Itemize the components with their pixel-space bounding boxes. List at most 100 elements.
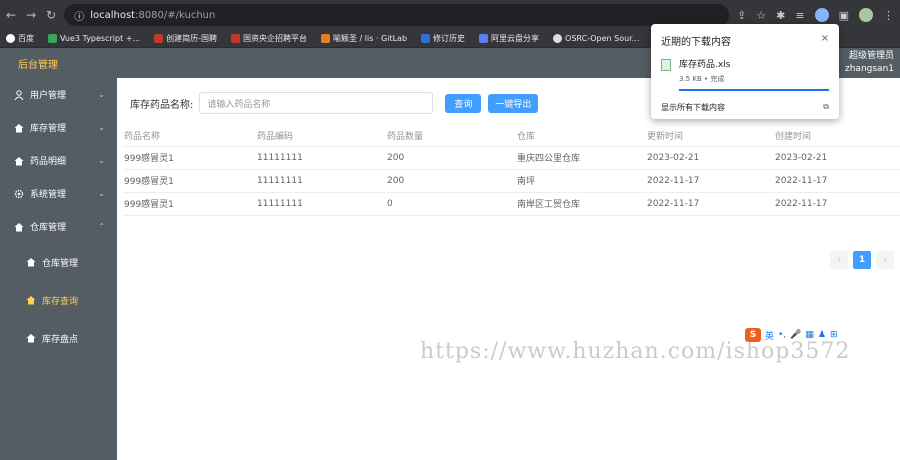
- chevron-down-icon: ⌄: [98, 90, 105, 99]
- download-popup-title: 近期的下载内容: [661, 37, 731, 48]
- download-progress-bar: [679, 89, 829, 91]
- share-icon[interactable]: ⇪: [737, 9, 746, 22]
- user-role: 超级管理员: [848, 51, 894, 61]
- cell-drug-name: 999感冒灵1: [123, 146, 256, 170]
- cell-warehouse: 南坪: [516, 169, 646, 193]
- download-item[interactable]: 库存药品.xls 3.5 KB • 完成: [661, 57, 829, 91]
- sidebar-item-label: 库存管理: [30, 124, 67, 134]
- chevron-up-icon: ⌃: [98, 222, 105, 231]
- cell-created: 2022-11-17: [774, 169, 900, 193]
- sidebar-subitem-inventory-count[interactable]: 库存盘点: [0, 319, 117, 357]
- next-page-button[interactable]: ›: [876, 251, 894, 269]
- bookmark-icon: [6, 34, 15, 43]
- bookmark-star-icon[interactable]: ☆: [756, 9, 766, 22]
- reload-icon[interactable]: ↻: [46, 8, 56, 22]
- table-row[interactable]: 999感冒灵1 11111111 200 重庆四公里仓库 2023-02-21 …: [123, 146, 900, 170]
- table-header-row: 药品名称 药品编码 药品数量 仓库 更新时间 创建时间: [123, 126, 900, 147]
- user-icon: [14, 89, 24, 100]
- cell-warehouse: 重庆四公里仓库: [516, 146, 646, 170]
- profile-avatar[interactable]: [859, 8, 873, 22]
- chevron-down-icon: ⌄: [98, 156, 105, 165]
- bookmark-item[interactable]: 修订历史: [421, 33, 465, 44]
- bookmark-item[interactable]: 喻颖圣 / lis · GitLab: [321, 33, 407, 44]
- bookmark-item[interactable]: 阿里云盘分享: [479, 33, 539, 44]
- close-icon[interactable]: ×: [821, 33, 829, 48]
- address-bar[interactable]: ⓘ localhost:8080/#/kuchun: [64, 4, 730, 26]
- main-content: 库存药品名称: 请输入药品名称 查询 一键导出 药品名称 药品编码 药品数量 仓…: [117, 78, 900, 460]
- cell-updated: 2022-11-17: [646, 169, 774, 193]
- back-icon[interactable]: ←: [6, 8, 16, 22]
- sidebar-item-system-management[interactable]: 系统管理 ⌄: [0, 177, 117, 210]
- home-icon: [26, 296, 36, 305]
- cell-warehouse: 南岸区工贸仓库: [516, 192, 646, 216]
- sidebar-item-label: 库存查询: [42, 296, 79, 307]
- sidebar-item-drug-details[interactable]: 药品明细 ⌄: [0, 144, 117, 177]
- column-header: 药品名称: [123, 126, 256, 147]
- sidebar-item-warehouse-management[interactable]: 仓库管理 ⌃: [0, 210, 117, 243]
- cell-drug-code: 11111111: [256, 146, 386, 170]
- open-external-icon[interactable]: ⧉: [823, 102, 829, 113]
- cell-drug-name: 999感冒灵1: [123, 169, 256, 193]
- query-button[interactable]: 查询: [445, 93, 482, 113]
- sidebar-item-label: 药品明细: [30, 157, 67, 167]
- download-file-meta: 3.5 KB • 完成: [679, 75, 725, 83]
- cell-quantity: 200: [386, 169, 516, 193]
- sidebar-item-label: 系统管理: [30, 190, 67, 200]
- url-host: localhost: [90, 9, 136, 21]
- download-popup: 近期的下载内容 × 库存药品.xls 3.5 KB • 完成 显示所有下载内容 …: [651, 24, 839, 119]
- pagination: ‹ 1 ›: [830, 251, 894, 269]
- sidebar: 用户管理 ⌄ 库存管理 ⌄ 药品明细 ⌄ 系统管理 ⌄ 仓库管理 ⌃ 仓库管理: [0, 78, 117, 460]
- spreadsheet-file-icon: [661, 59, 671, 71]
- forward-icon[interactable]: →: [26, 8, 36, 22]
- bookmark-icon: [154, 34, 164, 43]
- user-info[interactable]: 超级管理员 zhangsan1: [845, 50, 894, 76]
- home-icon: [26, 258, 36, 267]
- extensions-icon[interactable]: ✱: [776, 9, 785, 22]
- sidebar-item-label: 仓库管理: [30, 223, 67, 233]
- inventory-table: 药品名称 药品编码 药品数量 仓库 更新时间 创建时间 999感冒灵1 1111…: [123, 126, 900, 216]
- bookmark-item[interactable]: OSRC-Open Sour...: [553, 34, 639, 43]
- gear-icon: [14, 189, 24, 198]
- home-icon: [26, 334, 36, 343]
- page-number-button[interactable]: 1: [853, 251, 871, 269]
- search-input[interactable]: 请输入药品名称: [199, 92, 434, 114]
- nav-buttons: ← → ↻: [6, 8, 56, 22]
- cell-quantity: 200: [386, 146, 516, 170]
- menu-icon[interactable]: ⋮: [883, 9, 894, 22]
- column-header: 药品数量: [386, 126, 516, 147]
- sidebar-item-label: 仓库管理: [42, 258, 79, 269]
- reading-list-icon[interactable]: ≡: [795, 9, 804, 22]
- column-header: 更新时间: [646, 126, 774, 147]
- prev-page-button[interactable]: ‹: [830, 251, 848, 269]
- sidebar-item-user-management[interactable]: 用户管理 ⌄: [0, 78, 117, 111]
- cell-created: 2023-02-21: [774, 146, 900, 170]
- url-path: :8080/#/kuchun: [135, 9, 216, 21]
- column-header: 创建时间: [774, 126, 900, 147]
- table-row[interactable]: 999感冒灵1 11111111 0 南岸区工贸仓库 2022-11-17 20…: [123, 192, 900, 216]
- bookmark-item[interactable]: 国资央企招聘平台: [231, 33, 307, 44]
- bookmark-item[interactable]: 百度: [6, 33, 34, 44]
- download-icon[interactable]: [814, 8, 829, 22]
- side-panel-icon[interactable]: ▣: [839, 9, 849, 22]
- sidebar-item-inventory-management[interactable]: 库存管理 ⌄: [0, 111, 117, 144]
- site-info-icon[interactable]: ⓘ: [74, 8, 84, 23]
- sidebar-subitem-inventory-query[interactable]: 库存查询: [0, 281, 117, 319]
- table-row[interactable]: 999感冒灵1 11111111 200 南坪 2022-11-17 2022-…: [123, 169, 900, 193]
- bookmark-item[interactable]: 创建简历-国聘: [154, 33, 217, 44]
- username: zhangsan1: [845, 64, 894, 74]
- bookmark-icon: [231, 34, 240, 43]
- export-button[interactable]: 一键导出: [488, 93, 539, 113]
- watermark: https://www.huzhan.com/ishop3572: [420, 339, 851, 364]
- bookmark-icon: [48, 34, 57, 43]
- home-icon: [14, 222, 24, 231]
- cell-drug-code: 11111111: [256, 169, 386, 193]
- sidebar-subitem-warehouse[interactable]: 仓库管理: [0, 243, 117, 281]
- show-all-downloads-link[interactable]: 显示所有下载内容: [661, 102, 725, 113]
- cell-created: 2022-11-17: [774, 192, 900, 216]
- home-icon: [14, 123, 24, 132]
- cell-updated: 2022-11-17: [646, 192, 774, 216]
- cell-quantity: 0: [386, 192, 516, 216]
- chevron-down-icon: ⌄: [98, 123, 105, 132]
- column-header: 药品编码: [256, 126, 386, 147]
- bookmark-item[interactable]: Vue3 Typescript +...: [48, 34, 140, 43]
